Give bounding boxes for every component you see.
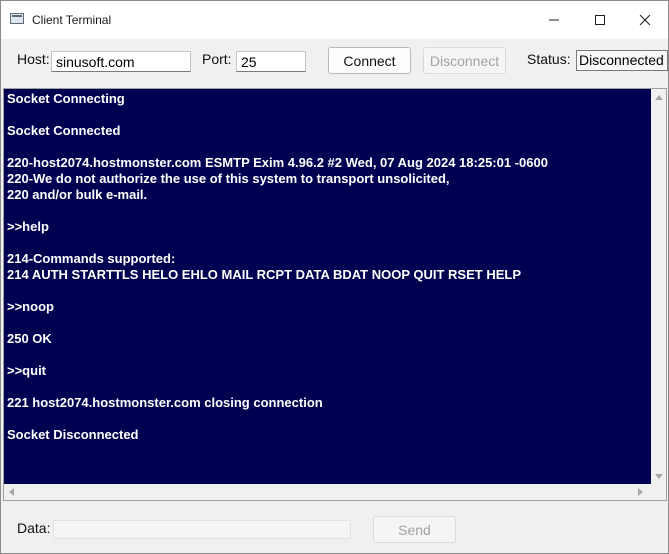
- scrollbar-corner: [651, 484, 666, 500]
- terminal-line: 214 AUTH STARTTLS HELO EHLO MAIL RCPT DA…: [7, 267, 521, 282]
- horizontal-scrollbar[interactable]: [4, 484, 651, 500]
- terminal-line: 220-We do not authorize the use of this …: [7, 171, 450, 186]
- maximize-button[interactable]: [577, 1, 623, 39]
- minimize-icon: [549, 19, 559, 21]
- close-button[interactable]: [622, 1, 668, 39]
- vertical-scrollbar[interactable]: [651, 89, 666, 484]
- title-bar[interactable]: Client Terminal: [1, 1, 668, 39]
- port-input[interactable]: 25: [236, 51, 306, 72]
- data-label: Data:: [17, 520, 51, 536]
- status-value: Disconnected: [576, 50, 668, 71]
- connect-button[interactable]: Connect: [328, 47, 411, 74]
- minimize-button[interactable]: [531, 1, 577, 39]
- terminal-line: >>noop: [7, 299, 54, 314]
- data-input[interactable]: [53, 520, 351, 539]
- terminal-line: 220-host2074.hostmonster.com ESMTP Exim …: [7, 155, 548, 170]
- maximize-icon: [595, 15, 605, 25]
- terminal-line: Socket Disconnected: [7, 427, 139, 442]
- scroll-right-arrow-icon[interactable]: [638, 488, 643, 496]
- status-label: Status:: [527, 51, 571, 67]
- terminal-line: Socket Connecting: [7, 91, 125, 106]
- terminal-output[interactable]: Socket Connecting Socket Connected 220-hos…: [4, 89, 651, 484]
- app-window-icon: [10, 13, 24, 24]
- terminal-line: >>quit: [7, 363, 47, 378]
- terminal-line: 221 host2074.hostmonster.com closing con…: [7, 395, 323, 410]
- window-title: Client Terminal: [32, 13, 112, 27]
- terminal-line: 214-Commands supported:: [7, 251, 176, 266]
- terminal-line: 220 and/or bulk e-mail.: [7, 187, 148, 202]
- terminal-line: Socket Connected: [7, 123, 121, 138]
- scroll-left-arrow-icon[interactable]: [9, 488, 14, 496]
- send-button[interactable]: Send: [373, 516, 456, 543]
- scroll-up-arrow-icon[interactable]: [655, 95, 663, 100]
- client-terminal-window: Client Terminal Host: sinusoft.com Port:…: [0, 0, 669, 554]
- host-label: Host:: [17, 51, 50, 67]
- port-label: Port:: [202, 51, 232, 67]
- scroll-down-arrow-icon[interactable]: [655, 474, 663, 479]
- terminal-line: >>help: [7, 219, 49, 234]
- disconnect-button[interactable]: Disconnect: [423, 47, 506, 74]
- host-input[interactable]: sinusoft.com: [51, 51, 191, 72]
- terminal-line: 250 OK: [7, 331, 52, 346]
- close-icon: [639, 14, 651, 26]
